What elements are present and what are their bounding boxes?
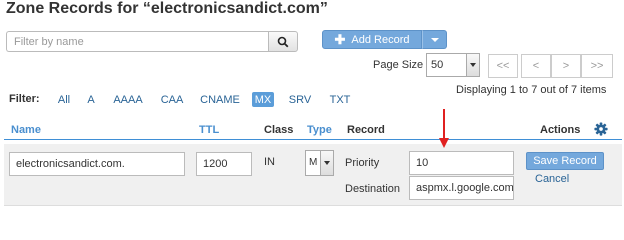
column-header-actions: Actions [540,124,581,136]
header-divider [4,139,622,140]
filter-txt[interactable]: TXT [328,92,352,107]
type-select[interactable]: M [305,150,334,176]
filter-label: Filter: [9,93,40,105]
filter-aaaa[interactable]: AAAA [111,92,145,107]
filter-caa[interactable]: CAA [159,92,185,107]
filter-mx[interactable]: MX [252,92,274,107]
priority-field[interactable]: 10 [409,151,514,175]
save-record-button[interactable]: Save Record [526,152,604,170]
page-size-dropdown-arrow[interactable] [466,54,479,76]
red-arrow-annotation [439,109,449,148]
column-header-record: Record [347,124,385,136]
add-record-button[interactable]: ✚ Add Record [322,30,422,49]
search-icon [277,36,289,47]
page-size-value: 50 [431,59,444,71]
cancel-link[interactable]: Cancel [535,173,569,185]
page-title: Zone Records for “electronicsandict.com” [6,0,328,17]
page-size-label: Page Size [373,59,424,71]
type-value: M [309,157,318,168]
displaying-count: Displaying 1 to 7 out of 7 items [456,84,607,96]
column-header-name[interactable]: Name [11,124,41,136]
filter-srv[interactable]: SRV [287,92,313,107]
destination-label: Destination [345,183,401,195]
first-page-button[interactable]: << [488,54,518,78]
page-size-select[interactable]: 50 [426,53,480,77]
filter-a[interactable]: A [85,92,97,107]
search-input[interactable] [6,31,268,52]
chevron-down-icon [470,63,476,67]
chevron-down-icon [324,161,330,165]
ttl-field[interactable]: 1200 [196,152,252,176]
last-page-button[interactable]: >> [581,54,613,78]
column-header-class: Class [264,124,294,136]
next-page-button[interactable]: > [551,54,581,78]
prev-page-button[interactable]: < [521,54,551,78]
add-record-dropdown-toggle[interactable] [422,30,447,49]
plus-icon: ✚ [334,32,346,47]
priority-label: Priority [345,157,380,169]
add-record-label: Add Record [351,33,410,46]
column-header-type[interactable]: Type [307,124,332,136]
chevron-down-icon [430,37,439,42]
gear-icon[interactable] [594,122,608,136]
class-value: IN [264,156,275,168]
destination-field[interactable]: aspmx.l.google.com [409,176,514,200]
name-field[interactable]: electronicsandict.com. [9,152,185,176]
search-button[interactable] [268,31,298,52]
filter-cname[interactable]: CNAME [199,92,241,107]
type-dropdown-arrow[interactable] [320,151,333,175]
column-header-ttl[interactable]: TTL [199,124,219,136]
filter-all[interactable]: All [55,92,73,107]
